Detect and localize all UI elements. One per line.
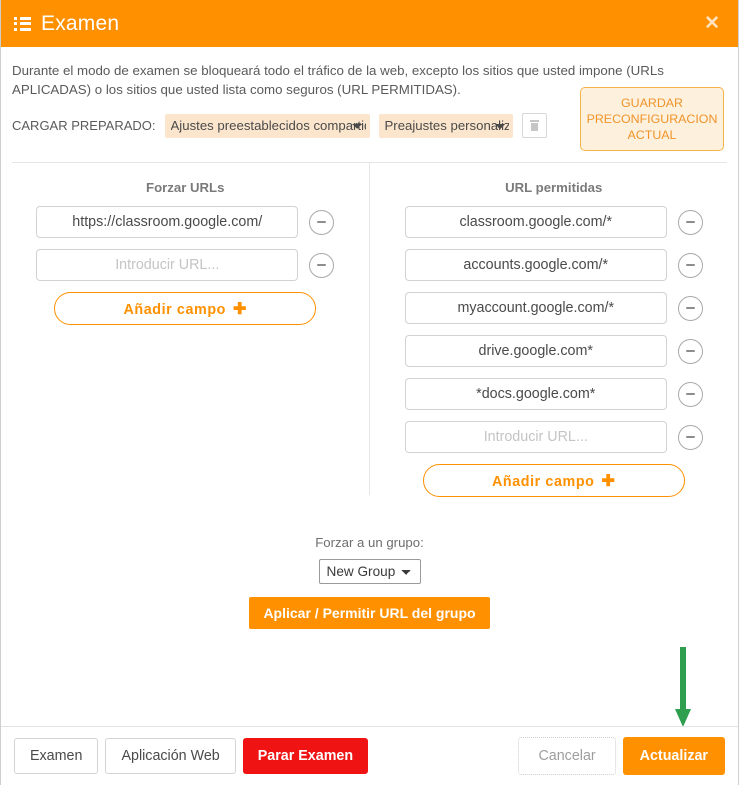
remove-allowed-url-2-button[interactable] [677, 252, 703, 278]
minus-circle-icon [685, 392, 695, 396]
allowed-url-row [370, 335, 739, 367]
cancel-button[interactable]: Cancelar [518, 737, 616, 775]
save-current-preconfiguration-button[interactable]: GUARDAR PRECONFIGURACION ACTUAL [580, 87, 724, 151]
exam-mode-button[interactable]: Examen [14, 738, 99, 774]
add-forced-url-field-button[interactable]: Añadir campo ✚ [54, 292, 317, 325]
remove-allowed-url-6-button[interactable] [677, 424, 703, 450]
plus-icon: ✚ [601, 472, 616, 490]
down-arrow-annotation [675, 647, 691, 727]
modal-footer: Examen Aplicación Web Parar Examen Cance… [1, 726, 738, 785]
shared-presets-select[interactable]: Ajustes preestablecidos compartidos [164, 113, 370, 138]
plus-icon: ✚ [233, 300, 248, 318]
remove-allowed-url-1-button[interactable] [677, 209, 703, 235]
close-icon[interactable]: ✕ [700, 12, 724, 35]
force-group-section: Forzar a un grupo: New Group Aplicar / P… [1, 535, 738, 629]
add-allowed-url-field-button[interactable]: Añadir campo ✚ [422, 464, 685, 497]
minus-circle-icon [685, 435, 695, 439]
allowed-url-row [370, 378, 739, 410]
remove-allowed-url-4-button[interactable] [677, 338, 703, 364]
forced-url-input-2[interactable] [36, 249, 299, 281]
allowed-url-input-4[interactable] [404, 335, 667, 367]
web-app-mode-button[interactable]: Aplicación Web [105, 738, 236, 774]
allowed-urls-title: URL permitidas [505, 180, 603, 195]
header-left-group: Examen [14, 13, 119, 34]
minus-circle-icon [685, 220, 695, 224]
minus-circle-icon [685, 263, 695, 267]
modal-header: Examen ✕ [1, 0, 738, 47]
minus-circle-icon [317, 220, 327, 224]
footer-left-actions: Examen Aplicación Web Parar Examen [14, 738, 369, 774]
forced-url-row [1, 206, 370, 238]
allowed-url-input-1[interactable] [404, 206, 667, 238]
apply-group-urls-button[interactable]: Aplicar / Permitir URL del grupo [249, 597, 490, 629]
allowed-url-input-6[interactable] [404, 421, 667, 453]
remove-allowed-url-5-button[interactable] [677, 381, 703, 407]
forced-urls-title: Forzar URLs [146, 180, 225, 195]
allowed-url-input-5[interactable] [404, 378, 667, 410]
allowed-url-row [370, 421, 739, 453]
delete-preset-button[interactable] [521, 113, 547, 138]
update-button[interactable]: Actualizar [622, 737, 725, 775]
minus-circle-icon [685, 306, 695, 310]
trash-icon [529, 120, 539, 131]
personal-presets-select[interactable]: Preajustes personalizados [378, 113, 513, 138]
page-title: Examen [41, 12, 120, 35]
allowed-urls-column: URL permitidas classroom.google.com/* ac… [370, 180, 739, 497]
allowed-url-row [370, 206, 739, 238]
force-group-label: Forzar a un grupo: [315, 535, 424, 550]
forced-urls-column: Forzar URLs Añadir campo ✚ [1, 180, 370, 497]
group-select[interactable]: New Group [318, 559, 421, 584]
allowed-url-row [370, 292, 739, 324]
remove-forced-url-2-button[interactable] [309, 252, 335, 278]
url-columns: Forzar URLs Añadir campo ✚ URL permitidas [1, 163, 738, 497]
intro-section: Durante el modo de examen se bloqueará t… [1, 47, 738, 151]
minus-circle-icon [685, 349, 695, 353]
load-preset-label: CARGAR PREPARADO: [12, 118, 156, 133]
list-icon [14, 16, 31, 31]
allowed-url-input-2[interactable] [404, 249, 667, 281]
column-divider [369, 163, 370, 495]
allowed-url-row [370, 249, 739, 281]
stop-exam-button[interactable]: Parar Examen [242, 738, 369, 774]
forced-url-row [1, 249, 370, 281]
remove-forced-url-1-button[interactable] [309, 209, 335, 235]
add-forced-field-label: Añadir campo [123, 301, 226, 318]
footer-right-actions: Cancelar Actualizar [518, 737, 725, 775]
forced-url-input-1[interactable] [36, 206, 299, 238]
remove-allowed-url-3-button[interactable] [677, 295, 703, 321]
allowed-url-input-3[interactable] [404, 292, 667, 324]
add-allowed-field-label: Añadir campo [491, 473, 595, 490]
minus-circle-icon [317, 263, 327, 267]
